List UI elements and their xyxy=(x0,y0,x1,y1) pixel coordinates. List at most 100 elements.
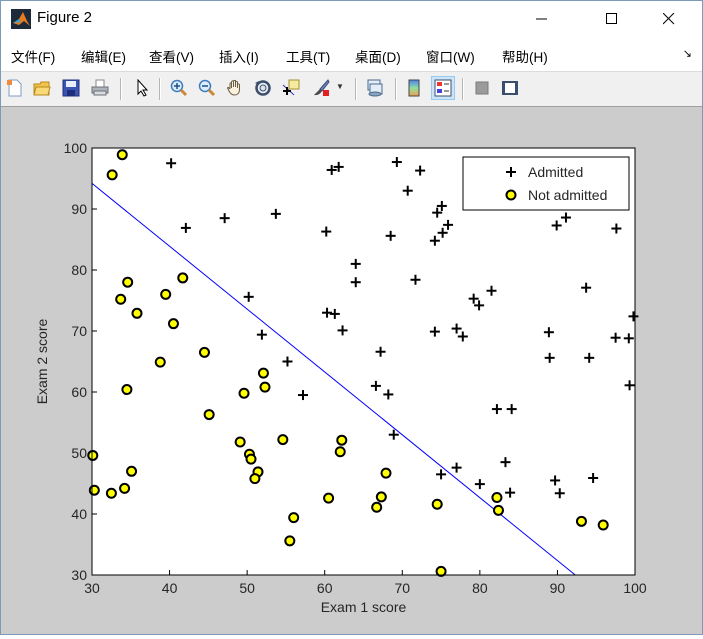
menu-bar: 文件(F) 编辑(E) 查看(V) 插入(I) 工具(T) 桌面(D) 窗口(W… xyxy=(1,41,702,67)
new-figure-button[interactable] xyxy=(4,77,26,99)
not-admitted-point xyxy=(115,293,127,305)
x-tick-label: 90 xyxy=(550,580,566,596)
show-plot-tools-icon xyxy=(502,81,518,95)
menu-help[interactable]: 帮助(H) xyxy=(502,46,548,66)
print-figure-button[interactable] xyxy=(89,77,111,99)
insert-legend-button[interactable] xyxy=(431,76,455,100)
not-admitted-point xyxy=(259,381,271,393)
zoom-in-button[interactable] xyxy=(168,77,190,99)
not-admitted-point xyxy=(105,487,117,499)
not-admitted-point xyxy=(198,346,210,358)
legend[interactable]: Admitted Not admitted xyxy=(462,156,630,211)
menu-insert[interactable]: 插入(I) xyxy=(219,46,259,66)
menu-edit[interactable]: 编辑(E) xyxy=(81,46,126,66)
hide-plot-tools-button[interactable] xyxy=(471,77,493,99)
axes-background[interactable] xyxy=(92,148,635,575)
not-admitted-point xyxy=(122,276,134,288)
not-admitted-point xyxy=(131,307,143,319)
save-icon xyxy=(62,79,80,97)
not-admitted-point xyxy=(375,491,387,503)
not-admitted-point xyxy=(119,482,131,494)
menu-desktop[interactable]: 桌面(D) xyxy=(355,46,401,66)
not-admitted-point xyxy=(491,492,503,504)
not-admitted-point xyxy=(154,356,166,368)
not-admitted-point xyxy=(88,484,100,496)
matlab-logo-icon xyxy=(11,9,31,29)
not-admitted-point xyxy=(380,467,392,479)
y-tick-label: 60 xyxy=(71,384,87,400)
pan-button[interactable] xyxy=(224,77,246,99)
not-admitted-point xyxy=(121,384,133,396)
hide-plot-tools-icon xyxy=(475,81,489,95)
y-tick-label: 100 xyxy=(64,140,88,156)
not-admitted-point xyxy=(238,387,250,399)
figure-canvas: 30 40 50 60 70 80 90 100 30 40 50 60 70 80 90 100 Exam … xyxy=(1,107,702,634)
insert-colorbar-button[interactable] xyxy=(403,77,425,99)
link-plot-button[interactable] xyxy=(364,77,386,99)
zoom-out-button[interactable] xyxy=(196,77,218,99)
window-title: Figure 2 xyxy=(37,9,93,26)
save-figure-button[interactable] xyxy=(60,77,82,99)
legend-icon xyxy=(434,79,452,97)
x-axis-label: Exam 1 score xyxy=(321,599,407,615)
hand-pan-icon xyxy=(226,79,240,96)
not-admitted-point xyxy=(257,367,269,379)
dock-arrow-icon[interactable]: ↘ xyxy=(683,47,692,60)
y-tick-label: 90 xyxy=(71,201,87,217)
not-admitted-point xyxy=(431,498,443,510)
minimize-icon xyxy=(536,18,547,20)
edit-plot-button[interactable] xyxy=(131,77,153,99)
x-tick-label: 100 xyxy=(623,580,647,596)
figure-window: Figure 2 文件(F) 编辑(E) 查看(V) 插入(I) 工具(T) 桌… xyxy=(0,0,703,635)
x-tick-label: 60 xyxy=(317,580,333,596)
menu-tools[interactable]: 工具(T) xyxy=(286,46,330,66)
not-admitted-point xyxy=(106,169,118,181)
print-icon xyxy=(91,79,109,96)
not-admitted-point xyxy=(323,492,335,504)
data-cursor-button[interactable] xyxy=(280,77,302,99)
not-admitted-point xyxy=(249,473,261,485)
y-tick-label: 30 xyxy=(71,567,87,583)
rotate-3d-icon xyxy=(255,80,271,96)
not-admitted-point xyxy=(177,272,189,284)
data-cursor-icon xyxy=(282,79,300,96)
title-bar[interactable]: Figure 2 xyxy=(1,1,702,37)
y-axis-label: Exam 2 score xyxy=(34,318,50,404)
brush-icon xyxy=(314,79,330,96)
not-admitted-point xyxy=(336,434,348,446)
x-tick-label: 50 xyxy=(239,580,255,596)
not-admitted-point xyxy=(288,512,300,524)
not-admitted-point xyxy=(597,519,609,531)
link-plot-icon xyxy=(367,79,383,97)
minimize-button[interactable] xyxy=(519,1,565,37)
close-icon xyxy=(663,13,675,25)
show-plot-tools-button[interactable] xyxy=(499,77,521,99)
not-admitted-point xyxy=(277,434,289,446)
zoom-out-icon xyxy=(198,79,216,97)
maximize-icon xyxy=(606,13,617,24)
legend-label-not-admitted: Not admitted xyxy=(528,187,607,203)
menu-file[interactable]: 文件(F) xyxy=(11,46,55,66)
not-admitted-point xyxy=(87,449,99,461)
menu-window[interactable]: 窗口(W) xyxy=(426,46,475,66)
brush-button[interactable] xyxy=(310,77,332,99)
menu-view[interactable]: 查看(V) xyxy=(149,46,194,66)
figure-toolbar: ▼ xyxy=(1,71,702,107)
not-admitted-point xyxy=(203,409,215,421)
not-admitted-point xyxy=(126,465,138,477)
y-tick-label: 40 xyxy=(71,506,87,522)
open-file-button[interactable] xyxy=(31,77,53,99)
colorbar-icon xyxy=(408,79,420,97)
x-tick-label: 80 xyxy=(472,580,488,596)
rotate-3d-button[interactable] xyxy=(252,77,274,99)
pointer-arrow-icon xyxy=(137,79,149,97)
not-admitted-point xyxy=(245,453,257,465)
y-tick-label: 80 xyxy=(71,262,87,278)
close-button[interactable] xyxy=(646,1,692,37)
brush-dropdown-icon[interactable]: ▼ xyxy=(336,82,344,91)
not-admitted-point xyxy=(575,515,587,527)
x-tick-label: 40 xyxy=(162,580,178,596)
maximize-button[interactable] xyxy=(589,1,635,37)
scatter-plot: 30 40 50 60 70 80 90 10030405060708090100 Exam … xyxy=(34,140,647,615)
not-admitted-point xyxy=(435,565,447,577)
